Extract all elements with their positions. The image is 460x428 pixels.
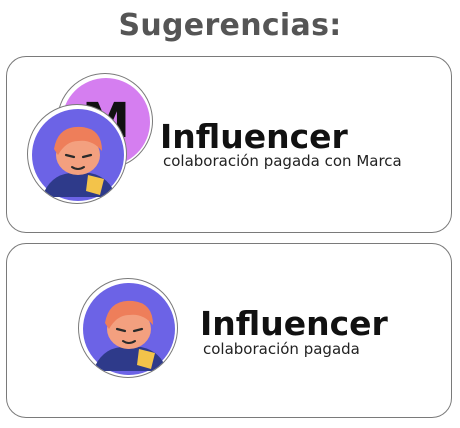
suggestions-heading: Sugerencias: <box>118 8 342 43</box>
influencer-avatar <box>27 104 127 204</box>
collab-subtitle: colaboración pagada con Marca <box>163 152 402 170</box>
suggestion-card-paid-collab[interactable]: Influencer colaboración pagada <box>6 243 452 418</box>
person-avatar-icon <box>83 283 175 375</box>
influencer-title: Influencer <box>200 304 388 343</box>
suggestion-card-brand-collab[interactable]: M Influencer colaboración pagada con Mar… <box>6 56 452 233</box>
influencer-title: Influencer <box>160 117 348 156</box>
influencer-avatar <box>78 278 178 378</box>
collab-subtitle: colaboración pagada <box>203 340 360 358</box>
person-avatar-icon <box>32 109 124 201</box>
